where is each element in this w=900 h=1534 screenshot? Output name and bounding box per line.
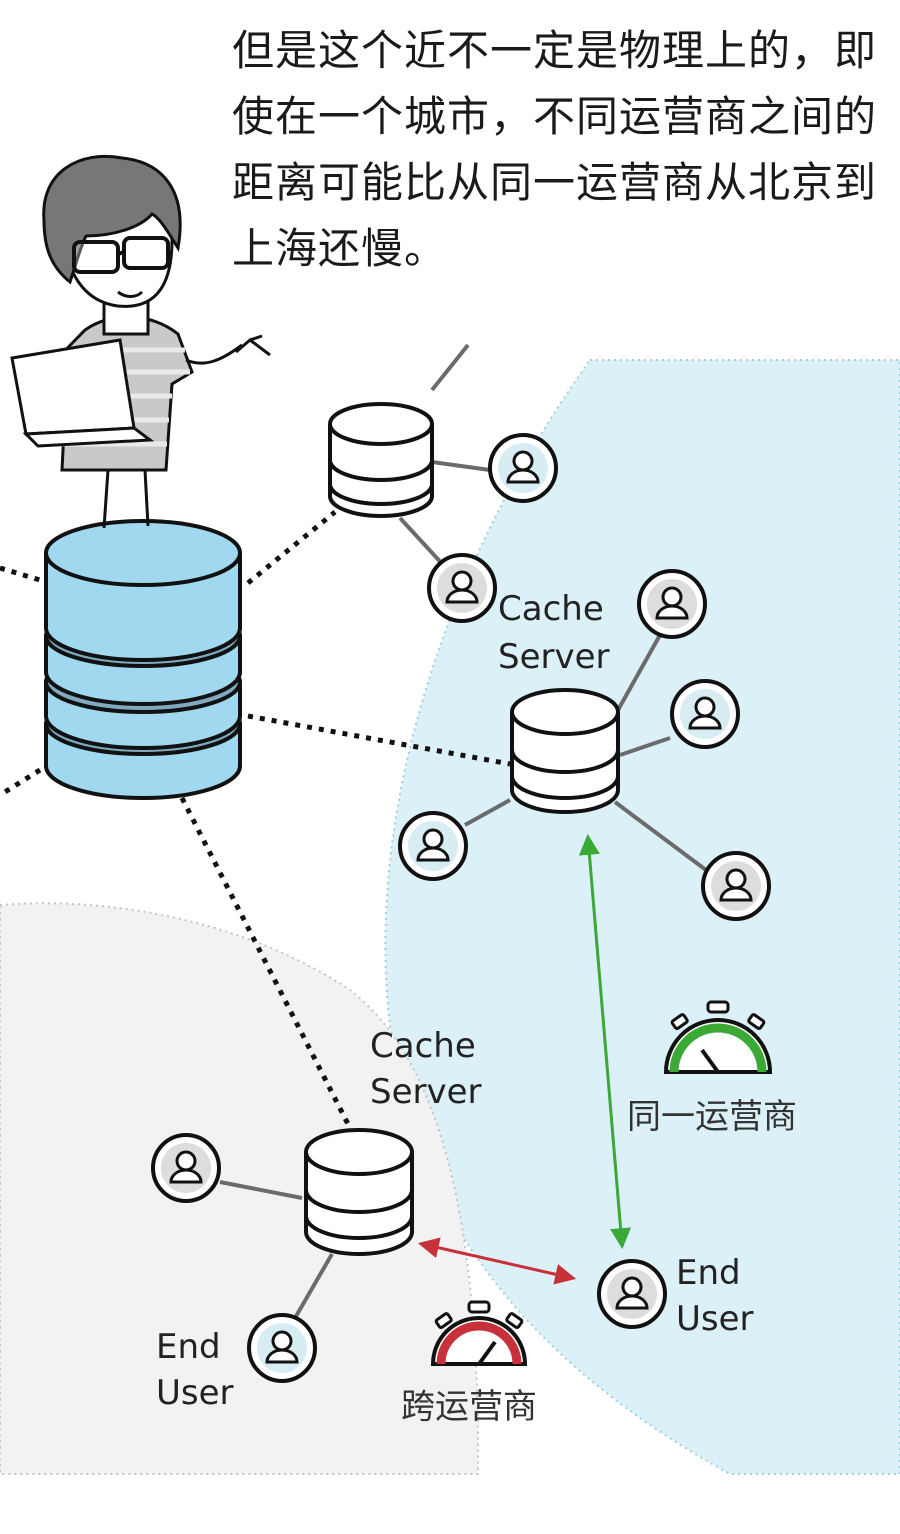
cache-db-top [510,688,620,814]
user-avatar [637,569,707,639]
origin-database [44,519,242,800]
cache-server-bottom-label-line1: Cache [370,1026,476,1066]
user-avatar [151,1133,221,1203]
user-avatar [398,811,468,881]
cache-server-top-label-line1: Cache [498,589,604,629]
end-user-avatar-left [247,1313,317,1383]
end-user-left-label-line2: User [156,1373,234,1413]
end-user-right-label-line1: End [676,1253,741,1293]
cache-server-top-label-line2: Server [498,637,610,677]
end-user-avatar-right [597,1259,667,1329]
end-user-left-label-line1: End [156,1327,221,1367]
caption-text: 但是这个近不一定是物理上的，即使在一个城市，不同运营商之间的距离可能比从同一运营… [232,26,878,273]
user-avatar [427,553,497,623]
same-isp-label: 同一运营商 [627,1097,797,1137]
user-avatar [701,851,771,921]
user-avatar [670,679,740,749]
cdn-diagram: Cache Server Cache Server End User End U… [0,0,900,1534]
user-avatar [488,433,558,503]
cache-server-bottom-label-line2: Server [370,1072,482,1112]
cache-db-top-left [328,402,434,518]
cross-isp-label: 跨运营商 [401,1387,537,1427]
cache-db-bottom [304,1128,414,1256]
end-user-right-label-line2: User [676,1299,754,1339]
